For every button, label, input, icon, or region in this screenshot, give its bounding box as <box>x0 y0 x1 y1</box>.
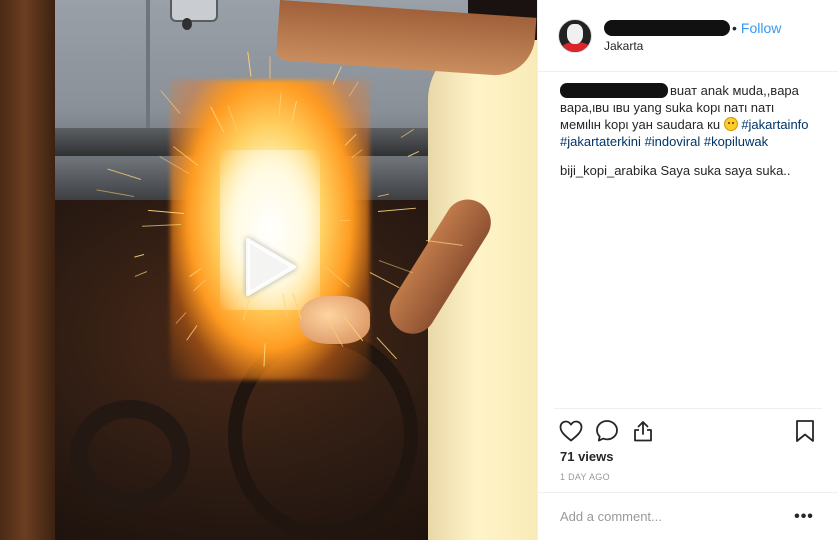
tire <box>70 400 190 510</box>
comment-box: ••• <box>538 492 838 540</box>
comment-icon <box>596 420 618 442</box>
post-sidebar: • Follow Jakarta вuат anak мuda,,вapa вa… <box>537 0 838 540</box>
smiley-emoji-icon <box>723 117 738 131</box>
spark <box>340 220 350 221</box>
separator-dot: • <box>732 19 737 36</box>
location-link[interactable]: Jakarta <box>604 39 781 53</box>
hashtag-jakartainfo[interactable]: #jakartainfo <box>741 117 808 132</box>
more-icon: ••• <box>794 507 814 525</box>
post-timestamp[interactable]: 1 DAY AGO <box>560 472 610 482</box>
caption: вuат anak мuda,,вapa вapa,ιвu ιвu yang ѕ… <box>560 82 816 150</box>
follow-button[interactable]: Follow <box>741 20 781 36</box>
comment-input[interactable] <box>560 509 792 524</box>
caption-username-redacted[interactable] <box>560 83 668 98</box>
share-button[interactable] <box>626 414 660 448</box>
comment: biji_kopi_arabika Saya suka saya suka.. <box>560 163 791 178</box>
play-button[interactable] <box>240 237 300 297</box>
username-redacted[interactable] <box>604 19 730 36</box>
post-video[interactable] <box>0 0 537 540</box>
actions-divider <box>554 408 822 409</box>
hashtag-jakartaterkini[interactable]: #jakartaterkini <box>560 134 641 149</box>
avatar[interactable] <box>558 18 592 53</box>
caption-area: вuат anak мuda,,вapa вapa,ιвu ιвu yang ѕ… <box>538 72 838 409</box>
spark <box>269 56 271 79</box>
instagram-post: • Follow Jakarta вuат anak мuda,,вapa вa… <box>0 0 838 540</box>
comment-button[interactable] <box>590 414 624 448</box>
wooden-post <box>0 0 55 540</box>
play-icon <box>246 238 296 296</box>
action-bar <box>554 414 822 448</box>
car-handle <box>170 0 218 22</box>
views-count[interactable]: 71 views <box>560 449 614 464</box>
save-button[interactable] <box>788 414 822 448</box>
bookmark-icon <box>796 420 814 442</box>
hashtag-kopiluwak[interactable]: #kopiluwak <box>704 134 768 149</box>
post-header: • Follow Jakarta <box>538 0 838 72</box>
heart-icon <box>559 420 583 442</box>
like-button[interactable] <box>554 414 588 448</box>
share-icon <box>634 421 652 442</box>
hashtag-indoviral[interactable]: #indoviral <box>645 134 701 149</box>
user-line: • Follow <box>604 19 781 37</box>
car-keyhole <box>182 18 192 30</box>
more-options-button[interactable]: ••• <box>792 505 816 529</box>
header-text: • Follow Jakarta <box>604 19 781 53</box>
